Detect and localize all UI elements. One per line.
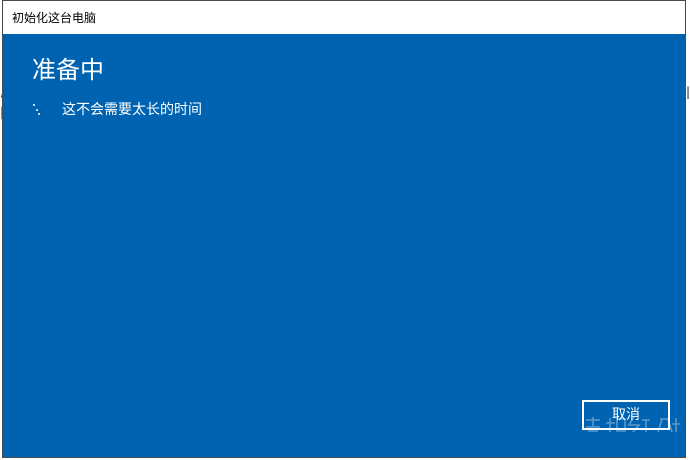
cancel-button[interactable]: 取消 [582,400,670,430]
window-title: 初始化这台电脑 [12,11,97,25]
reset-pc-dialog: 初始化这台电脑 准备中 这不会需要太长的时间 取消 [2,0,686,458]
background-text-fragment: | [686,85,690,99]
title-bar: 初始化这台电脑 [3,1,685,34]
status-message: 这不会需要太长的时间 [62,102,202,118]
page-title: 准备中 [32,56,104,84]
dialog-content: 准备中 这不会需要太长的时间 取消 [3,34,685,457]
loading-dots-icon [32,102,42,118]
